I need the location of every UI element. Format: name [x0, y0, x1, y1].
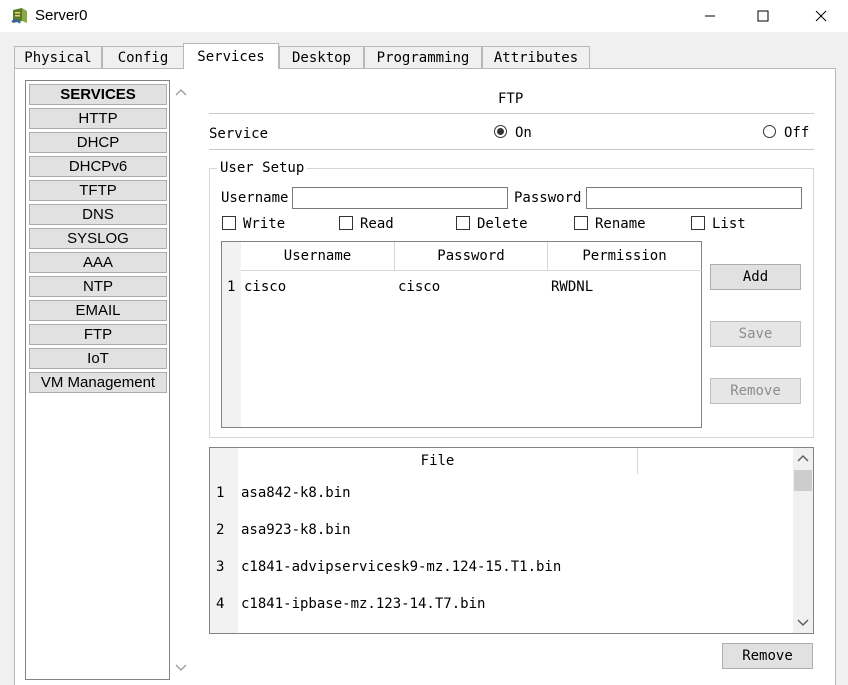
service-vm-management-button[interactable]: VM Management [29, 372, 167, 393]
close-icon [815, 10, 827, 22]
tab-attributes[interactable]: Attributes [482, 46, 590, 68]
row-index: 3 [216, 559, 225, 575]
user-setup-title: User Setup [217, 160, 308, 176]
user-table: Username Password Permission 1 cisco cis… [221, 241, 702, 428]
tab-programming[interactable]: Programming [364, 46, 482, 68]
username-label: Username [221, 190, 289, 206]
column-header-password[interactable]: Password [395, 242, 548, 270]
row-index: 4 [216, 596, 225, 612]
tab-desktop[interactable]: Desktop [279, 46, 364, 68]
file-name: c1841-advipservicesk9-mz.124-15.T1.bin [241, 559, 562, 575]
minimize-button[interactable] [687, 0, 733, 32]
services-header: SERVICES [29, 84, 167, 105]
divider [209, 113, 814, 114]
file-table: File 1 asa842-k8.bin 2 asa923-k8.bin 3 c… [209, 447, 814, 634]
table-row[interactable]: 1 asa842-k8.bin [210, 476, 792, 513]
divider [209, 149, 814, 150]
table-row[interactable]: 4 c1841-ipbase-mz.123-14.T7.bin [210, 587, 792, 624]
service-off-radio[interactable] [763, 125, 776, 138]
row-permission: RWDNL [551, 279, 594, 295]
service-email-button[interactable]: EMAIL [29, 300, 167, 321]
services-scrollbar[interactable] [170, 80, 192, 680]
add-button[interactable]: Add [710, 264, 801, 290]
scroll-up-icon[interactable] [797, 454, 809, 462]
scroll-down-icon[interactable] [175, 664, 187, 672]
table-row[interactable]: 3 c1841-advipservicesk9-mz.124-15.T1.bin [210, 550, 792, 587]
delete-label: Delete [477, 216, 528, 232]
service-off-label: Off [784, 125, 810, 141]
service-syslog-button[interactable]: SYSLOG [29, 228, 167, 249]
scroll-up-icon[interactable] [175, 88, 187, 96]
delete-checkbox[interactable] [456, 216, 470, 230]
row-index: 1 [216, 485, 225, 501]
file-table-header: File [238, 448, 638, 474]
column-header-permission[interactable]: Permission [548, 242, 701, 270]
close-button[interactable] [798, 0, 844, 32]
minimize-icon [705, 15, 715, 17]
save-button[interactable]: Save [710, 321, 801, 347]
rename-checkbox[interactable] [574, 216, 588, 230]
read-checkbox[interactable] [339, 216, 353, 230]
server-app-icon [10, 6, 30, 26]
maximize-icon [757, 10, 769, 22]
read-label: Read [360, 216, 394, 232]
title-bar: Server0 [0, 0, 848, 32]
password-label: Password [514, 190, 582, 206]
file-table-scrollbar[interactable] [793, 448, 813, 633]
tab-config[interactable]: Config [102, 46, 184, 68]
window-title: Server0 [35, 7, 88, 24]
user-table-header: Username Password Permission [241, 242, 702, 271]
write-checkbox[interactable] [222, 216, 236, 230]
service-dhcp-button[interactable]: DHCP [29, 132, 167, 153]
service-dhcpv6-button[interactable]: DHCPv6 [29, 156, 167, 177]
row-number-column [222, 242, 241, 427]
service-ntp-button[interactable]: NTP [29, 276, 167, 297]
service-on-radio[interactable] [494, 125, 507, 138]
maximize-button[interactable] [740, 0, 786, 32]
row-index: 1 [227, 279, 236, 295]
column-header-file[interactable]: File [238, 448, 637, 474]
service-dns-button[interactable]: DNS [29, 204, 167, 225]
scroll-down-icon[interactable] [797, 619, 809, 627]
list-label: List [712, 216, 746, 232]
rename-label: Rename [595, 216, 646, 232]
remove-user-button[interactable]: Remove [710, 378, 801, 404]
file-name: asa923-k8.bin [241, 522, 351, 538]
service-iot-button[interactable]: IoT [29, 348, 167, 369]
service-http-button[interactable]: HTTP [29, 108, 167, 129]
file-name: c1841-ipbase-mz.123-14.T7.bin [241, 596, 486, 612]
service-tftp-button[interactable]: TFTP [29, 180, 167, 201]
column-header-username[interactable]: Username [241, 242, 395, 270]
tab-physical[interactable]: Physical [14, 46, 102, 68]
service-label: Service [209, 126, 269, 142]
write-label: Write [243, 216, 286, 232]
username-input[interactable] [292, 187, 508, 209]
service-aaa-button[interactable]: AAA [29, 252, 167, 273]
service-ftp-button[interactable]: FTP [29, 324, 167, 345]
services-list: SERVICES HTTP DHCP DHCPv6 TFTP DNS SYSLO… [25, 80, 170, 680]
ftp-section-title: FTP [498, 91, 524, 107]
tab-services[interactable]: Services [183, 43, 279, 69]
row-username: cisco [244, 279, 287, 295]
table-row[interactable]: 2 asa923-k8.bin [210, 513, 792, 550]
scrollbar-thumb[interactable] [794, 470, 812, 491]
row-index: 2 [216, 522, 225, 538]
row-password: cisco [398, 279, 441, 295]
service-on-label: On [515, 125, 532, 141]
table-row[interactable]: 1 cisco cisco RWDNL [222, 272, 701, 302]
remove-file-button[interactable]: Remove [722, 643, 813, 669]
password-input[interactable] [586, 187, 802, 209]
file-name: asa842-k8.bin [241, 485, 351, 501]
list-checkbox[interactable] [691, 216, 705, 230]
